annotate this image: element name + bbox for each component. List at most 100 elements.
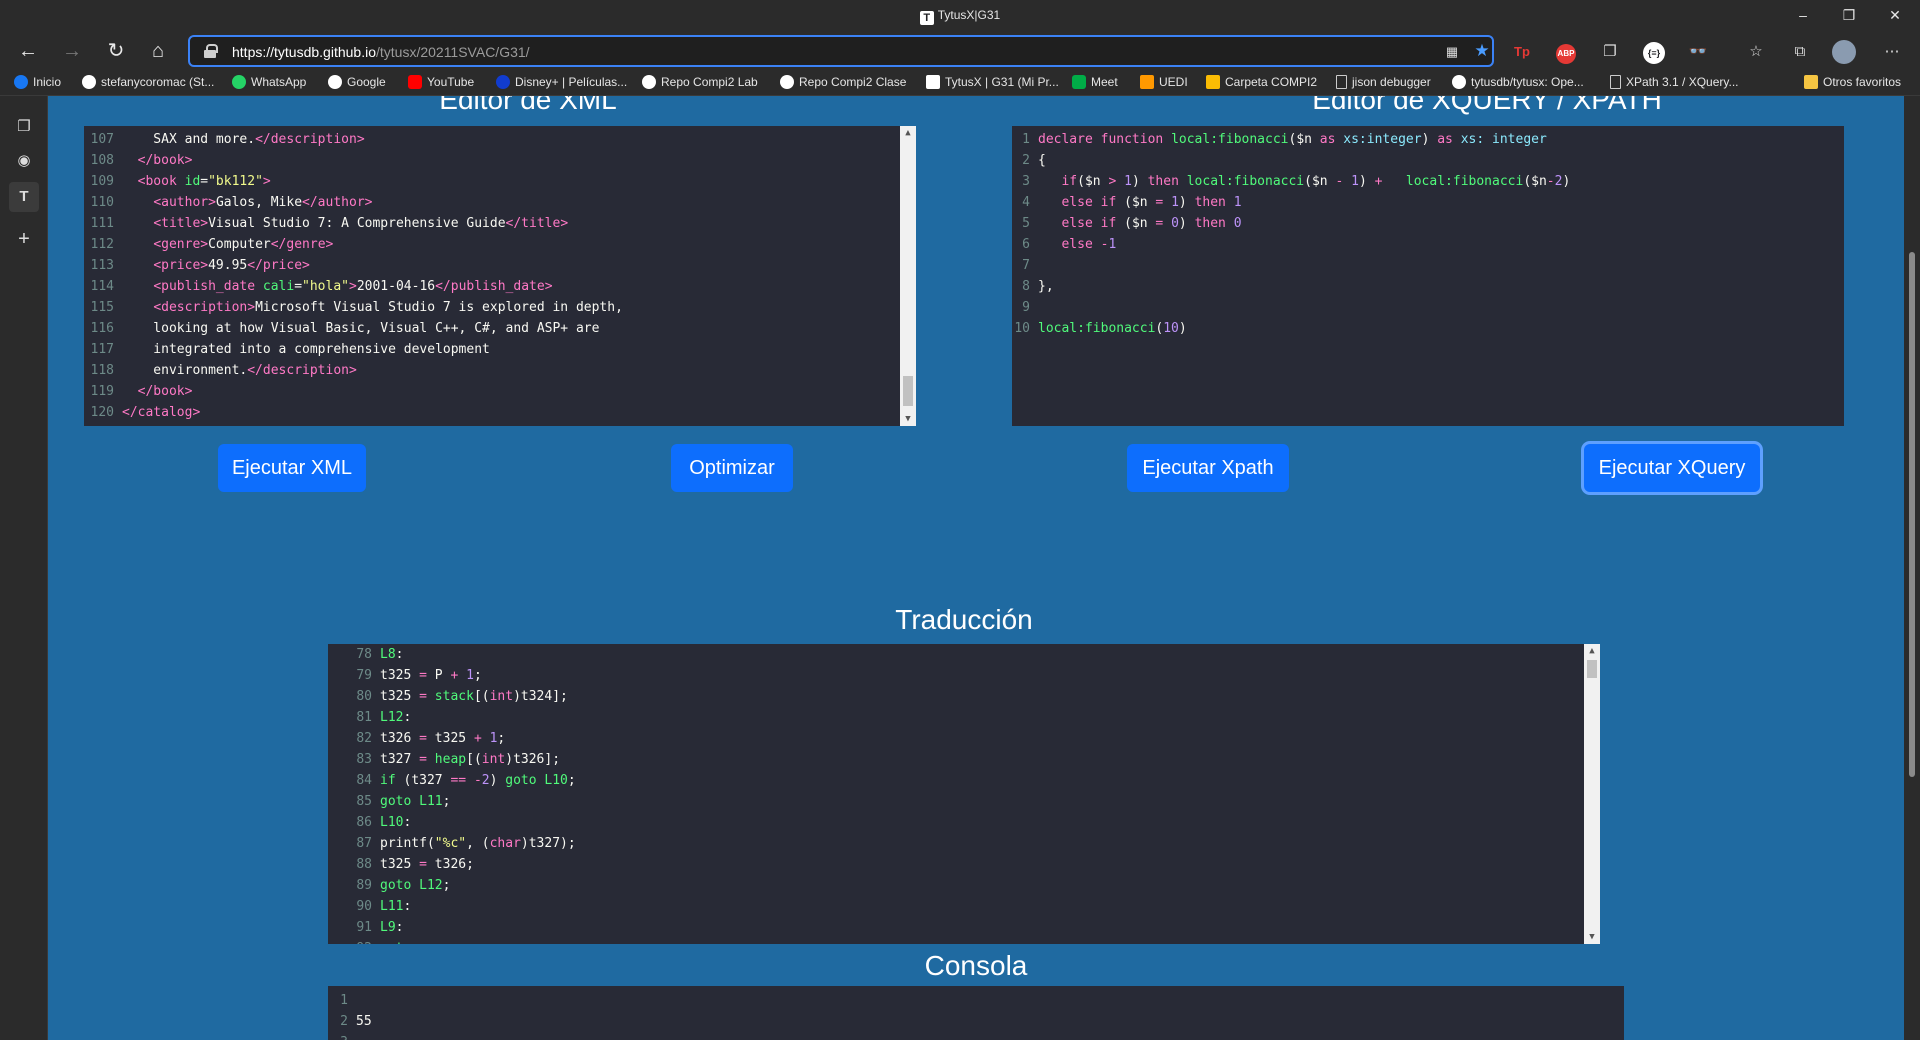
code-line: 80 t325 = stack[(int)t324]; xyxy=(328,686,1600,707)
code-line: 10 local:fibonacci(10) xyxy=(1012,318,1844,339)
document-icon xyxy=(1610,75,1621,89)
console-output[interactable]: 1 2 55 3 xyxy=(328,986,1624,1040)
code-line: 88 t325 = t326; xyxy=(328,854,1600,875)
bookmark-jison[interactable]: jison debugger xyxy=(1336,75,1431,89)
bookmark-tytusdb[interactable]: tytusdb/tytusx: Ope... xyxy=(1452,75,1584,89)
page-scrollbar-thumb[interactable] xyxy=(1909,252,1915,777)
translation-code-editor[interactable]: 78 L8: 79 t325 = P + 1; 80 t325 = stack[(int)… xyxy=(328,644,1600,944)
run-xml-button[interactable]: Ejecutar XML xyxy=(218,444,366,492)
bookmark-google[interactable]: Google xyxy=(328,75,386,89)
line-number: 118 xyxy=(90,363,114,378)
bookmark-uedi[interactable]: UEDI xyxy=(1140,75,1188,89)
code-text: <genre>Computer</genre> xyxy=(153,237,334,252)
page-content: Editor de XML Editor de XQUERY / XPATH 1… xyxy=(48,96,1904,1040)
profile-avatar[interactable] xyxy=(1830,38,1858,66)
bookmark-otros[interactable]: Otros favoritos xyxy=(1804,75,1901,89)
bookmark-disney[interactable]: Disney+ | Películas... xyxy=(496,75,627,89)
bookmark-youtube[interactable]: YouTube xyxy=(408,75,474,89)
add-icon[interactable]: + xyxy=(9,224,39,254)
bookmark-github-stefany[interactable]: stefanycoromac (St... xyxy=(82,75,214,89)
xquery-code-editor[interactable]: 1 declare function local:fibonacci($n as … xyxy=(1012,126,1844,426)
xml-code-editor[interactable]: 107 SAX and more.</description> 108 </boo… xyxy=(84,126,916,426)
line-number: 8 xyxy=(1022,279,1030,294)
code-text: environment.</description> xyxy=(122,363,357,378)
bookmark-repo-lab[interactable]: Repo Compi2 Lab xyxy=(642,75,758,89)
close-button[interactable]: ✕ xyxy=(1872,0,1918,32)
run-xpath-button[interactable]: Ejecutar Xpath xyxy=(1127,444,1289,492)
favorite-star-icon[interactable]: ★ xyxy=(1468,37,1496,65)
forward-button[interactable]: → xyxy=(56,36,88,68)
whatsapp-icon xyxy=(232,75,246,89)
extension-json-icon[interactable]: {≡} xyxy=(1640,38,1668,66)
editor-scrollbar[interactable]: ▲ ▼ xyxy=(1584,644,1600,944)
tytus-tab-icon[interactable]: T xyxy=(9,182,39,212)
bookmark-repo-clase[interactable]: Repo Compi2 Clase xyxy=(780,75,906,89)
scroll-up-icon[interactable]: ▲ xyxy=(1584,644,1600,658)
code-text: 55 xyxy=(356,1014,372,1029)
editor-scrollbar-thumb[interactable] xyxy=(903,376,913,406)
code-text: <publish_date cali="hola">2001-04-16</pu… xyxy=(153,279,553,294)
code-line: 79 t325 = P + 1; xyxy=(328,665,1600,686)
page-scrollbar[interactable] xyxy=(1904,96,1920,1040)
github-icon[interactable]: ◉ xyxy=(9,146,39,176)
line-number: 3 xyxy=(328,1032,348,1040)
line-number: 87 xyxy=(356,836,372,851)
code-line: 78 L8: xyxy=(328,644,1600,665)
code-line: 120 </catalog> xyxy=(84,402,916,423)
uedi-icon xyxy=(1140,75,1154,89)
bookmark-carpeta[interactable]: Carpeta COMPI2 xyxy=(1206,75,1317,89)
line-number: 107 xyxy=(90,132,114,147)
home-button[interactable]: ⌂ xyxy=(142,36,174,68)
code-line: 108 </book> xyxy=(84,150,916,171)
address-bar[interactable]: https://tytusdb.github.io/tytusx/20211SV… xyxy=(188,35,1494,67)
restore-button[interactable]: ❐ xyxy=(1826,0,1872,32)
code-line: 5 else if ($n = 0) then 0 xyxy=(1012,213,1844,234)
code-line: 6 else -1 xyxy=(1012,234,1844,255)
bookmark-inicio[interactable]: Inicio xyxy=(14,75,61,89)
code-text: { xyxy=(1038,153,1046,168)
bookmark-xpath[interactable]: XPath 3.1 / XQuery... xyxy=(1610,75,1739,89)
line-number: 112 xyxy=(90,237,114,252)
disney-icon xyxy=(496,75,510,89)
code-line: 82 t326 = t325 + 1; xyxy=(328,728,1600,749)
editor-scrollbar[interactable]: ▲ ▼ xyxy=(900,126,916,426)
line-number: 120 xyxy=(90,405,114,420)
bookmark-whatsapp[interactable]: WhatsApp xyxy=(232,75,306,89)
line-number: 85 xyxy=(356,794,372,809)
favorites-icon[interactable]: ☆ xyxy=(1742,38,1770,66)
document-icon xyxy=(1336,75,1347,89)
collections-icon[interactable]: ⧉ xyxy=(1786,38,1814,66)
scroll-up-icon[interactable]: ▲ xyxy=(900,126,916,140)
scroll-down-icon[interactable]: ▼ xyxy=(1584,930,1600,944)
code-text: <book id="bk112"> xyxy=(137,174,271,189)
back-button[interactable]: ← xyxy=(12,36,44,68)
code-text: if($n > 1) then local:fibonacci($n - 1) … xyxy=(1061,174,1571,189)
adblock-icon[interactable]: ABP xyxy=(1552,38,1580,66)
url-text[interactable]: https://tytusdb.github.io/tytusx/20211SV… xyxy=(232,44,530,60)
code-text: goto L12; xyxy=(380,878,451,893)
optimize-button[interactable]: Optimizar xyxy=(671,444,793,492)
run-xquery-button[interactable]: Ejecutar XQuery xyxy=(1584,444,1760,492)
code-text: </catalog> xyxy=(122,405,201,420)
code-line: 85 goto L11; xyxy=(328,791,1600,812)
minimize-button[interactable]: – xyxy=(1780,0,1826,32)
scroll-down-icon[interactable]: ▼ xyxy=(900,412,916,426)
tab-actions-icon[interactable]: ❐ xyxy=(9,112,39,142)
extension-tp-icon[interactable]: Tp xyxy=(1508,38,1536,66)
reload-button[interactable]: ↻ xyxy=(100,36,132,68)
extension-glasses-icon[interactable]: 👓 xyxy=(1684,38,1712,66)
bookmark-meet[interactable]: Meet xyxy=(1072,75,1118,89)
more-menu-button[interactable]: ⋯ xyxy=(1878,38,1906,66)
line-number: 84 xyxy=(356,773,372,788)
editor-scrollbar-thumb[interactable] xyxy=(1587,660,1597,678)
code-text: <title>Visual Studio 7: A Comprehensive … xyxy=(153,216,569,231)
app-available-icon[interactable]: ▦ xyxy=(1438,38,1466,66)
bookmark-tytusx[interactable]: TytusX | G31 (Mi Pr... xyxy=(926,75,1059,89)
extension-copy-icon[interactable]: ❐ xyxy=(1596,38,1624,66)
line-number: 91 xyxy=(356,920,372,935)
line-number: 114 xyxy=(90,279,114,294)
code-line: 92 return; xyxy=(328,938,1600,944)
github-icon xyxy=(780,75,794,89)
line-number: 5 xyxy=(1022,216,1030,231)
code-text: printf("%c", (char)t327); xyxy=(380,836,576,851)
